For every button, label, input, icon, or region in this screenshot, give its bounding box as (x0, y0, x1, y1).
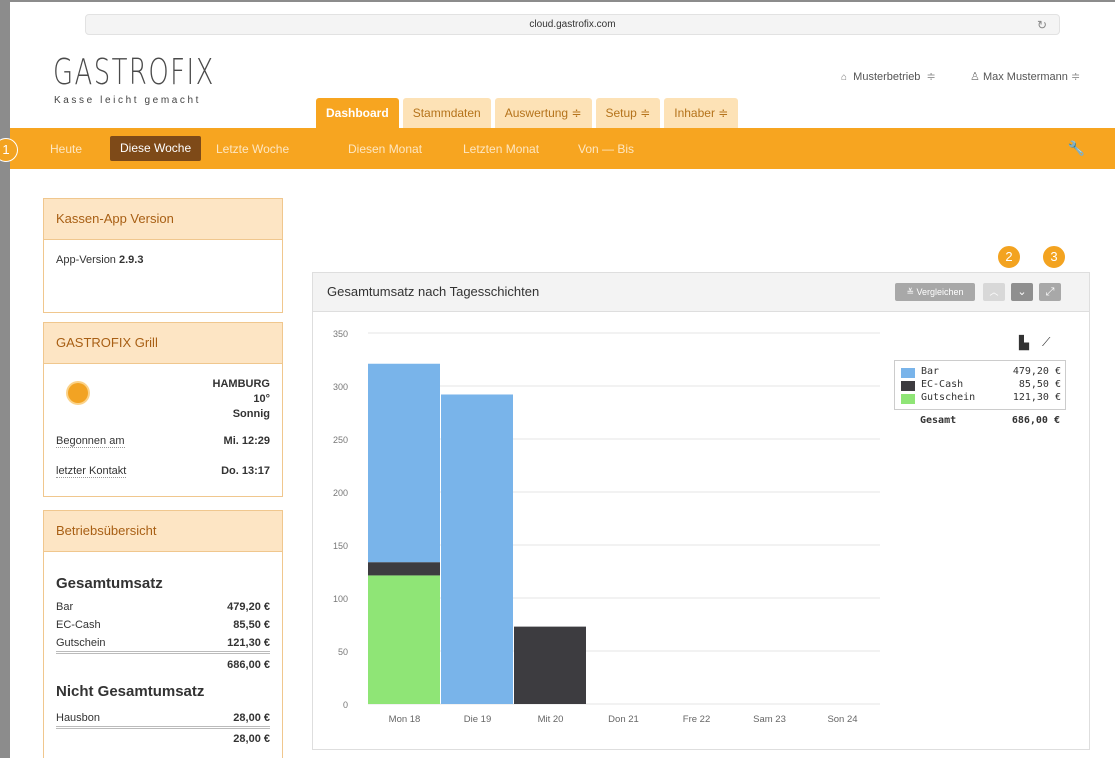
y-tick-label: 300 (333, 382, 348, 392)
y-tick-label: 0 (343, 700, 348, 710)
line-chart-icon[interactable]: ⟋ (1042, 335, 1058, 349)
legend-swatch (901, 381, 915, 391)
bar-segment (368, 575, 440, 704)
legend-total-row: Gesamt 686,00 € (920, 415, 1060, 426)
legend-swatch (901, 368, 915, 378)
legend-name: EC-Cash (921, 379, 964, 390)
legend-value: 121,30 € (1012, 392, 1061, 403)
y-tick-label: 100 (333, 594, 348, 604)
legend-value: 85,50 € (1018, 379, 1061, 390)
legend-value: 479,20 € (1012, 366, 1061, 377)
x-tick-label: Son 24 (827, 714, 857, 725)
chart-legend: Bar 479,20 € EC-Cash 85,50 € Gutschein 1… (894, 360, 1066, 410)
area-chart-icon[interactable]: ▙ (1019, 335, 1035, 350)
x-tick-label: Die 19 (464, 714, 491, 725)
bar-segment (368, 363, 440, 563)
legend-item[interactable]: EC-Cash 85,50 € (901, 379, 1061, 391)
y-tick-label: 150 (333, 541, 348, 551)
y-tick-label: 50 (338, 647, 348, 657)
legend-name: Gutschein (921, 392, 976, 403)
bar-segment (368, 562, 440, 576)
bar-segment (441, 394, 513, 704)
x-tick-label: Sam 23 (753, 714, 786, 725)
legend-total-value: 686,00 € (1011, 415, 1060, 426)
bar-segment (514, 626, 586, 704)
legend-item[interactable]: Bar 479,20 € (901, 366, 1061, 378)
y-tick-label: 200 (333, 488, 348, 498)
legend-name: Bar (921, 366, 940, 377)
x-tick-label: Mit 20 (538, 714, 564, 725)
x-tick-label: Fre 22 (683, 714, 710, 725)
y-tick-label: 350 (333, 329, 348, 339)
legend-total-label: Gesamt (920, 415, 957, 426)
y-tick-label: 250 (333, 435, 348, 445)
legend-item[interactable]: Gutschein 121,30 € (901, 392, 1061, 404)
x-tick-label: Don 21 (608, 714, 639, 725)
x-tick-label: Mon 18 (389, 714, 421, 725)
legend-swatch (901, 394, 915, 404)
